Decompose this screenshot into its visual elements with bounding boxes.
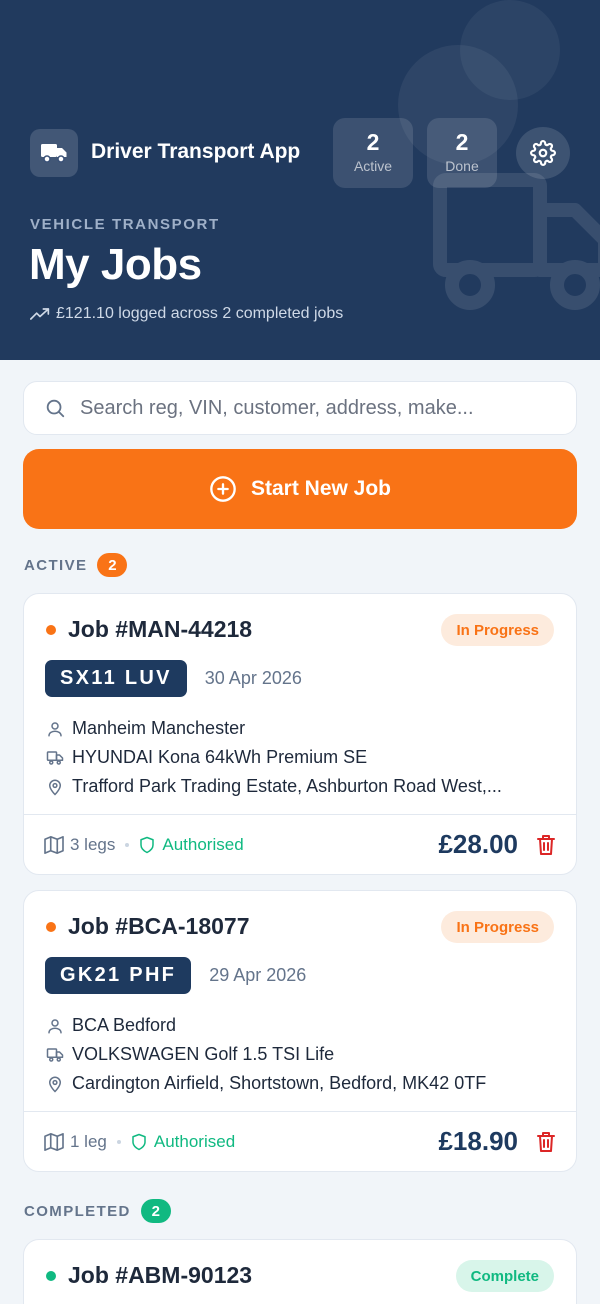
app-logo [30,129,78,177]
job-amount: £18.90 [438,1126,518,1156]
status-badge: In Progress [441,614,554,646]
customer-name: BCA Bedford [72,1015,177,1035]
address-row: Trafford Park Trading Estate, Ashburton … [46,776,556,797]
customer-name: Manheim Manchester [72,718,246,738]
job-card[interactable]: Job #BCA-18077 In Progress GK21 PHF 29 A… [23,890,577,1172]
active-section-header: ACTIVE 2 [24,553,128,577]
separator-dot [125,842,130,847]
legs-info: 3 legs [44,835,115,855]
car-icon [46,750,64,765]
job-card[interactable]: Job #MAN-44218 In Progress SX11 LUV 30 A… [23,593,577,875]
delete-button[interactable] [536,1131,556,1153]
trending-up-icon [30,308,50,320]
settings-button[interactable] [516,127,570,179]
vehicle-name: HYUNDAI Kona 64kWh Premium SE [72,747,368,767]
customer-row: BCA Bedford [46,1015,556,1036]
reg-plate: SX11 LUV [45,660,187,697]
search-bar [23,381,577,435]
shield-icon [140,836,155,853]
status-badge: In Progress [441,911,554,943]
reg-row: SX11 LUV 30 Apr 2026 [45,660,302,697]
vehicle-row: HYUNDAI Kona 64kWh Premium SE [46,747,556,768]
earnings-summary: £121.10 logged across 2 completed jobs [30,305,343,323]
separator-dot [116,1139,121,1144]
job-title-row: Job #MAN-44218 [46,616,252,643]
customer-row: Manheim Manchester [46,718,556,739]
user-icon [48,721,62,736]
job-id: Job #MAN-44218 [68,616,253,642]
job-title-row: Job #BCA-18077 [46,913,250,940]
status-dot [46,624,56,635]
job-id: Job #ABM-90123 [68,1262,253,1288]
active-jobs-stat[interactable]: 2 Active [333,118,413,188]
status-badge: Complete [455,1260,554,1292]
job-date: 30 Apr 2026 [204,668,302,688]
legs-info: 1 leg [44,1132,107,1152]
search-icon [46,399,65,418]
job-card[interactable]: Job #ABM-90123 Complete [23,1239,577,1304]
map-icon [44,1132,64,1151]
status-dot [46,1270,56,1281]
card-footer: 1 leg Authorised £18.90 [24,1111,576,1171]
summary-text: £121.10 logged across 2 completed jobs [56,305,344,322]
gear-icon [530,140,556,166]
section-kicker: VEHICLE TRANSPORT [30,216,220,233]
trash-icon [537,834,555,855]
auth-label: Authorised [162,834,244,854]
legs-count: 3 legs [70,834,116,854]
trash-icon [537,1131,555,1152]
active-section-label: ACTIVE [24,556,88,574]
active-label: Active [353,158,393,174]
job-id: Job #BCA-18077 [68,913,250,939]
address-text: Cardington Airfield, Shortstown, Bedford… [72,1073,487,1093]
search-input[interactable] [80,396,550,420]
map-pin-icon [48,1076,62,1093]
completed-section-label: COMPLETED [24,1202,131,1220]
done-label: Done [445,158,479,174]
auth-label: Authorised [153,1131,236,1151]
app-title: Driver Transport App [91,140,301,163]
completed-section-header: COMPLETED 2 [24,1199,171,1223]
completed-count-badge: 2 [140,1199,171,1223]
job-title-row: Job #ABM-90123 [46,1262,252,1289]
page-title: My Jobs [29,240,202,289]
legs-count: 1 leg [70,1131,107,1151]
address-row: Cardington Airfield, Shortstown, Bedford… [46,1073,556,1094]
active-count-badge: 2 [97,553,128,577]
done-count: 2 [455,129,469,155]
status-dot [46,921,56,932]
map-pin-icon [48,779,62,796]
header: Driver Transport App 2 Active 2 Done VEH… [0,0,600,360]
job-amount: £28.00 [438,829,518,859]
delete-button[interactable] [536,834,556,856]
address-text: Trafford Park Trading Estate, Ashburton … [72,776,502,796]
start-new-job-button[interactable]: Start New Job [23,449,577,529]
reg-row: GK21 PHF 29 Apr 2026 [45,957,306,994]
auth-status: Authorised [131,1132,235,1152]
done-jobs-stat[interactable]: 2 Done [427,118,497,188]
active-count: 2 [366,129,380,155]
plus-circle-icon [210,476,236,502]
truck-icon [41,144,67,163]
shield-icon [132,1133,146,1150]
job-date: 29 Apr 2026 [209,965,307,985]
vehicle-row: VOLKSWAGEN Golf 1.5 TSI Life [46,1044,556,1065]
map-icon [44,835,64,854]
reg-plate: GK21 PHF [45,957,192,994]
start-new-job-label: Start New Job [250,477,392,500]
vehicle-name: VOLKSWAGEN Golf 1.5 TSI Life [72,1044,335,1064]
card-footer: 3 legs Authorised £28.00 [24,814,576,874]
user-icon [48,1018,62,1033]
app-bar: Driver Transport App 2 Active 2 Done [30,118,570,188]
auth-status: Authorised [139,834,244,855]
car-icon [46,1047,64,1062]
